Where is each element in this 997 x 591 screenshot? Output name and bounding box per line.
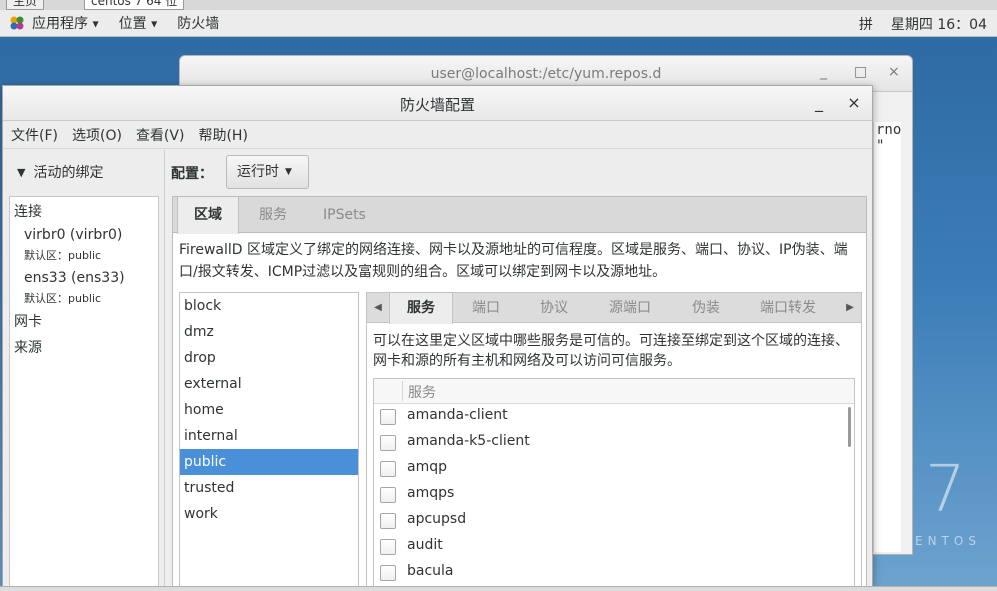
service-row[interactable]: amanda-client	[374, 404, 844, 430]
service-checkbox[interactable]	[380, 409, 396, 425]
service-checkbox[interactable]	[380, 461, 396, 477]
zone-list: block dmz drop external home internal pu…	[179, 292, 359, 591]
service-name: apcupsd	[407, 511, 467, 527]
applications-icon	[8, 14, 26, 32]
services-list: 服务 amanda-client amanda-k5-client amqp a…	[373, 378, 855, 591]
terminal-minimize-button[interactable]: _	[820, 64, 827, 80]
zone-item-home[interactable]: home	[180, 397, 358, 423]
service-checkbox[interactable]	[380, 435, 396, 451]
connections-header[interactable]: 连接	[14, 201, 42, 221]
zone-item-trusted[interactable]: trusted	[180, 475, 358, 501]
menu-file[interactable]: 文件(F)	[11, 125, 58, 145]
input-method-indicator[interactable]: 拼	[859, 14, 873, 34]
bindings-pane: ▼ 活动的绑定 连接 virbr0 (virbr0) 默认区：public en…	[3, 150, 165, 591]
service-row[interactable]: bacula	[374, 560, 844, 586]
zone-item-drop[interactable]: drop	[180, 345, 358, 371]
tab-ipsets[interactable]: IPSets	[317, 197, 372, 233]
binding-connection-ens33[interactable]: ens33 (ens33)	[24, 270, 125, 286]
subtab-ports[interactable]: 端口	[459, 293, 513, 323]
host-tab-strip: 主页 centos 7 64 位	[0, 0, 997, 10]
service-checkbox[interactable]	[380, 539, 396, 555]
menu-options[interactable]: 选项(O)	[72, 125, 122, 145]
host-tab-home[interactable]: 主页	[6, 0, 45, 10]
configuration-label: 配置：	[171, 166, 213, 182]
tab-services[interactable]: 服务	[253, 197, 293, 233]
zone-item-external[interactable]: external	[180, 371, 358, 397]
zone-settings-notebook: ◀ 服务 端口 协议 源端口 伪装 端口转发 ▶ 可以在这里定义区域中哪些服务是…	[366, 292, 862, 591]
bottom-strip	[0, 586, 997, 591]
applications-menu[interactable]: 应用程序 ▼	[32, 13, 99, 33]
binding-connection-virbr0[interactable]: virbr0 (virbr0)	[24, 227, 122, 243]
terminal-text-line: "	[876, 138, 885, 154]
subtab-source-ports[interactable]: 源端口	[595, 293, 665, 323]
configuration-value: 运行时	[237, 164, 279, 180]
service-row[interactable]: audit	[374, 534, 844, 560]
binding-zone-virbr0: 默认区：public	[24, 249, 102, 262]
bindings-list: 连接 virbr0 (virbr0) 默认区：public ens33 (ens…	[9, 196, 159, 591]
zone-settings-tab-strip: ◀ 服务 端口 协议 源端口 伪装 端口转发 ▶	[367, 293, 861, 324]
terminal-content[interactable]: rno "	[873, 122, 901, 552]
firewall-config-window: 防火墙配置 _ × 文件(F) 选项(O) 查看(V) 帮助(H) ▼ 活动的绑…	[2, 85, 873, 591]
service-name: audit	[407, 537, 443, 553]
zone-item-internal[interactable]: internal	[180, 423, 358, 449]
menu-view[interactable]: 查看(V)	[136, 125, 185, 145]
centos-logo-numeral: 7	[925, 453, 966, 527]
host-tab-vm[interactable]: centos 7 64 位	[84, 0, 185, 10]
zone-item-dmz[interactable]: dmz	[180, 319, 358, 345]
active-bindings-expander[interactable]: ▼ 活动的绑定	[17, 162, 103, 182]
zone-item-work[interactable]: work	[180, 501, 358, 527]
services-column-label: 服务	[408, 385, 436, 401]
clock[interactable]: 星期四 16：04	[891, 14, 987, 34]
nic-header[interactable]: 网卡	[14, 311, 42, 331]
services-description: 可以在这里定义区域中哪些服务是可信的。可连接至绑定到这个区域的连接、网卡和源的所…	[373, 333, 849, 369]
services-scrollbar[interactable]	[848, 407, 851, 447]
terminal-title: user@localhost:/etc/yum.repos.d	[430, 66, 662, 82]
tab-scroll-right-icon[interactable]: ▶	[841, 293, 859, 323]
configuration-dropdown[interactable]: 运行时 ▼	[226, 155, 309, 189]
active-bindings-label: 活动的绑定	[33, 165, 104, 181]
service-row[interactable]: amanda-k5-client	[374, 430, 844, 456]
subtab-masquerading[interactable]: 伪装	[679, 293, 733, 323]
menu-help[interactable]: 帮助(H)	[198, 125, 247, 145]
active-app-menu[interactable]: 防火墙	[177, 13, 219, 33]
service-checkbox[interactable]	[380, 513, 396, 529]
zone-item-public[interactable]: public	[180, 449, 358, 475]
service-row[interactable]: apcupsd	[374, 508, 844, 534]
terminal-maximize-button[interactable]: □	[854, 64, 867, 80]
binding-zone-ens33: 默认区：public	[24, 292, 102, 305]
service-name: amqps	[407, 485, 455, 501]
chevron-down-icon: ▼	[17, 165, 26, 179]
service-name: amanda-k5-client	[407, 433, 530, 449]
services-column-header[interactable]: 服务	[374, 379, 854, 404]
service-checkbox[interactable]	[380, 565, 396, 581]
caret-down-icon: ▼	[285, 167, 292, 177]
firewall-title: 防火墙配置	[399, 96, 475, 114]
zone-description: FirewallD 区域定义了绑定的网络连接、网卡以及源地址的可信程度。区域是服…	[179, 242, 848, 280]
subtab-protocols[interactable]: 协议	[527, 293, 581, 323]
subtab-port-forwarding[interactable]: 端口转发	[745, 293, 831, 323]
column-separator	[402, 381, 403, 401]
service-name: bacula	[407, 563, 454, 579]
terminal-close-button[interactable]: ×	[888, 64, 900, 80]
centos-logo-text: ENTOS	[915, 534, 981, 548]
service-name: amqp	[407, 459, 447, 475]
gnome-top-bar: 应用程序 ▼ 位置 ▼ 防火墙 拼 星期四 16：04	[0, 10, 997, 37]
service-checkbox[interactable]	[380, 487, 396, 503]
tab-scroll-left-icon[interactable]: ◀	[369, 293, 387, 323]
firewall-titlebar[interactable]: 防火墙配置 _ ×	[3, 86, 872, 121]
main-tab-strip: 区域 服务 IPSets	[173, 197, 866, 234]
main-notebook: 区域 服务 IPSets FirewallD 区域定义了绑定的网络连接、网卡以及…	[172, 196, 867, 591]
service-name: amanda-client	[407, 407, 508, 423]
places-menu[interactable]: 位置 ▼	[119, 13, 158, 33]
service-row[interactable]: amqp	[374, 456, 844, 482]
zone-item-block[interactable]: block	[180, 293, 358, 319]
source-header[interactable]: 来源	[14, 337, 42, 357]
service-row[interactable]: amqps	[374, 482, 844, 508]
firewall-close-button[interactable]: ×	[843, 92, 865, 114]
tab-zones[interactable]: 区域	[177, 197, 239, 234]
terminal-text-line: rno	[876, 122, 901, 138]
menu-bar: 文件(F) 选项(O) 查看(V) 帮助(H)	[3, 121, 872, 149]
subtab-services[interactable]: 服务	[389, 293, 453, 324]
firewall-minimize-button[interactable]: _	[808, 92, 830, 114]
